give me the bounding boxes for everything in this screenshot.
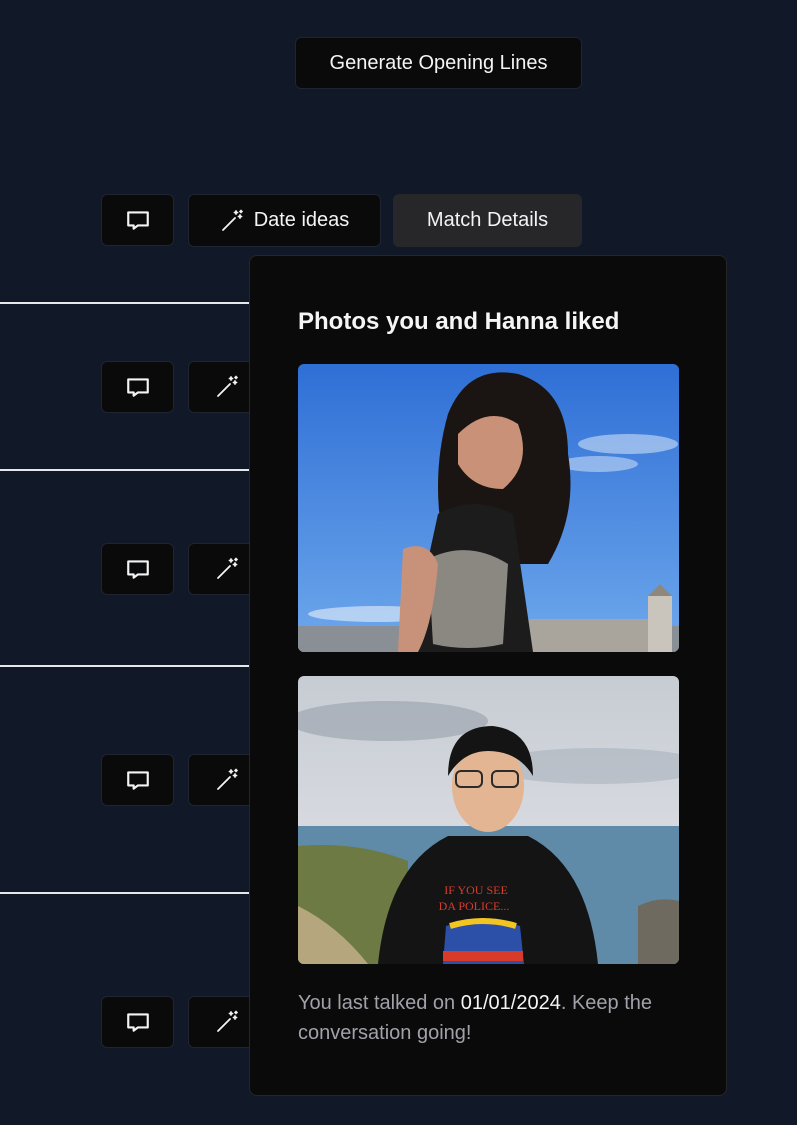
message-button[interactable] [101,996,174,1048]
message-button[interactable] [101,543,174,595]
message-square-icon [126,771,149,790]
message-square-icon [126,378,149,397]
row-divider [0,469,250,471]
row-divider [0,302,250,304]
popover-title: Photos you and Hanna liked [298,308,620,335]
date-ideas-button[interactable]: Date ideas [188,194,381,247]
message-button[interactable] [101,194,174,246]
message-button[interactable] [101,754,174,806]
liked-photo-you: IF YOU SEE DA POLICE... [298,676,679,964]
last-talked-caption: You last talked on 01/01/2024. Keep the … [298,988,688,1048]
match-details-popover: Photos you and Hanna liked IF YOU SEE DA… [249,255,727,1096]
wand-sparkles-icon [217,375,238,397]
last-talked-date: 01/01/2024 [460,992,561,1014]
shirt-text-line-1: IF YOU SEE [444,883,508,897]
wand-sparkles-icon [217,557,238,579]
liked-photo-hanna [298,364,679,652]
match-details-button[interactable]: Match Details [393,194,582,247]
caption-prefix: You last talked on [298,992,461,1014]
wand-sparkles-icon [217,768,238,790]
message-square-icon [126,211,149,230]
shirt-text-line-2: DA POLICE... [439,899,510,913]
row-divider [0,892,250,894]
message-button[interactable] [101,361,174,413]
generate-opening-lines-button[interactable]: Generate Opening Lines [295,37,582,89]
message-square-icon [126,1013,149,1032]
wand-sparkles-icon [221,209,243,231]
message-square-icon [126,560,149,579]
wand-sparkles-icon [217,1010,238,1032]
date-ideas-label: Date ideas [253,209,350,231]
row-divider [0,665,250,667]
